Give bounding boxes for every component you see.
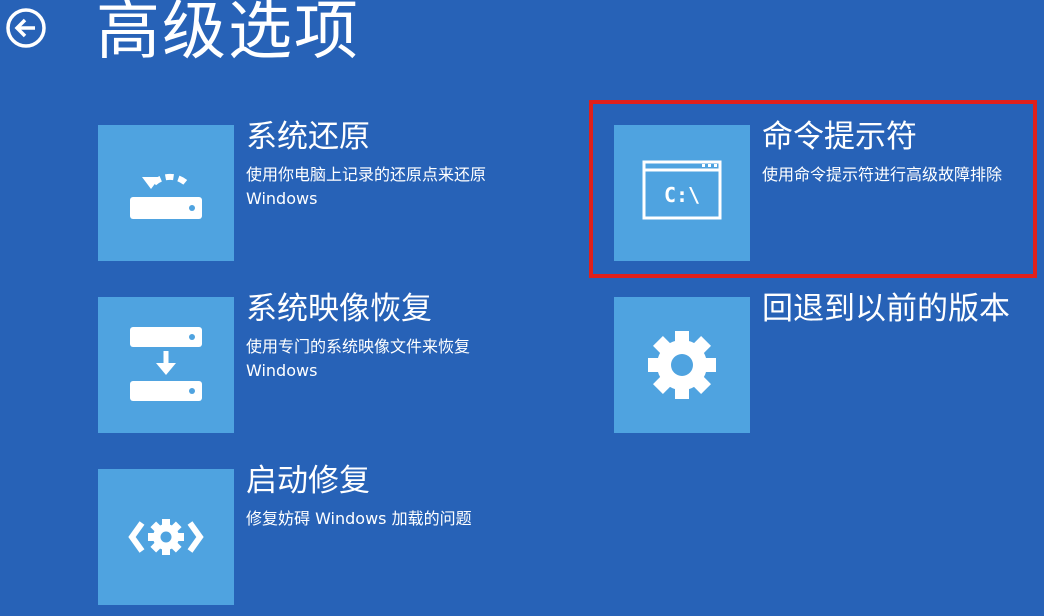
option-title: 启动修复	[246, 463, 370, 499]
startup-repair-icon	[128, 519, 204, 555]
option-title: 回退到以前的版本	[762, 291, 1010, 327]
option-title: 系统映像恢复	[246, 291, 432, 327]
system-restore-icon	[130, 173, 202, 219]
option-description: 修复妨碍 Windows 加载的问题	[246, 509, 472, 528]
back-button[interactable]	[4, 6, 48, 50]
system-image-recovery-icon	[130, 327, 202, 401]
option-system-image-recovery[interactable]: 系统映像恢复 使用专门的系统映像文件来恢复 Windows	[98, 291, 538, 433]
back-arrow-icon	[6, 8, 46, 48]
option-tile[interactable]	[614, 297, 750, 433]
page-title: 高级选项	[96, 0, 360, 69]
option-title: 系统还原	[246, 119, 370, 155]
option-tile[interactable]	[98, 469, 234, 605]
option-description: 使用专门的系统映像文件来恢复 Windows	[246, 337, 471, 380]
option-revert-previous-version[interactable]: 回退到以前的版本	[614, 291, 1034, 433]
option-tile[interactable]	[98, 125, 234, 261]
highlight-box	[589, 100, 1037, 278]
option-description: 使用你电脑上记录的还原点来还原 Windows	[246, 165, 487, 208]
gear-icon	[648, 331, 716, 399]
option-system-restore[interactable]: 系统还原 使用你电脑上记录的还原点来还原 Windows	[98, 119, 538, 261]
option-tile[interactable]	[98, 297, 234, 433]
option-startup-repair[interactable]: 启动修复 修复妨碍 Windows 加载的问题	[98, 463, 538, 605]
